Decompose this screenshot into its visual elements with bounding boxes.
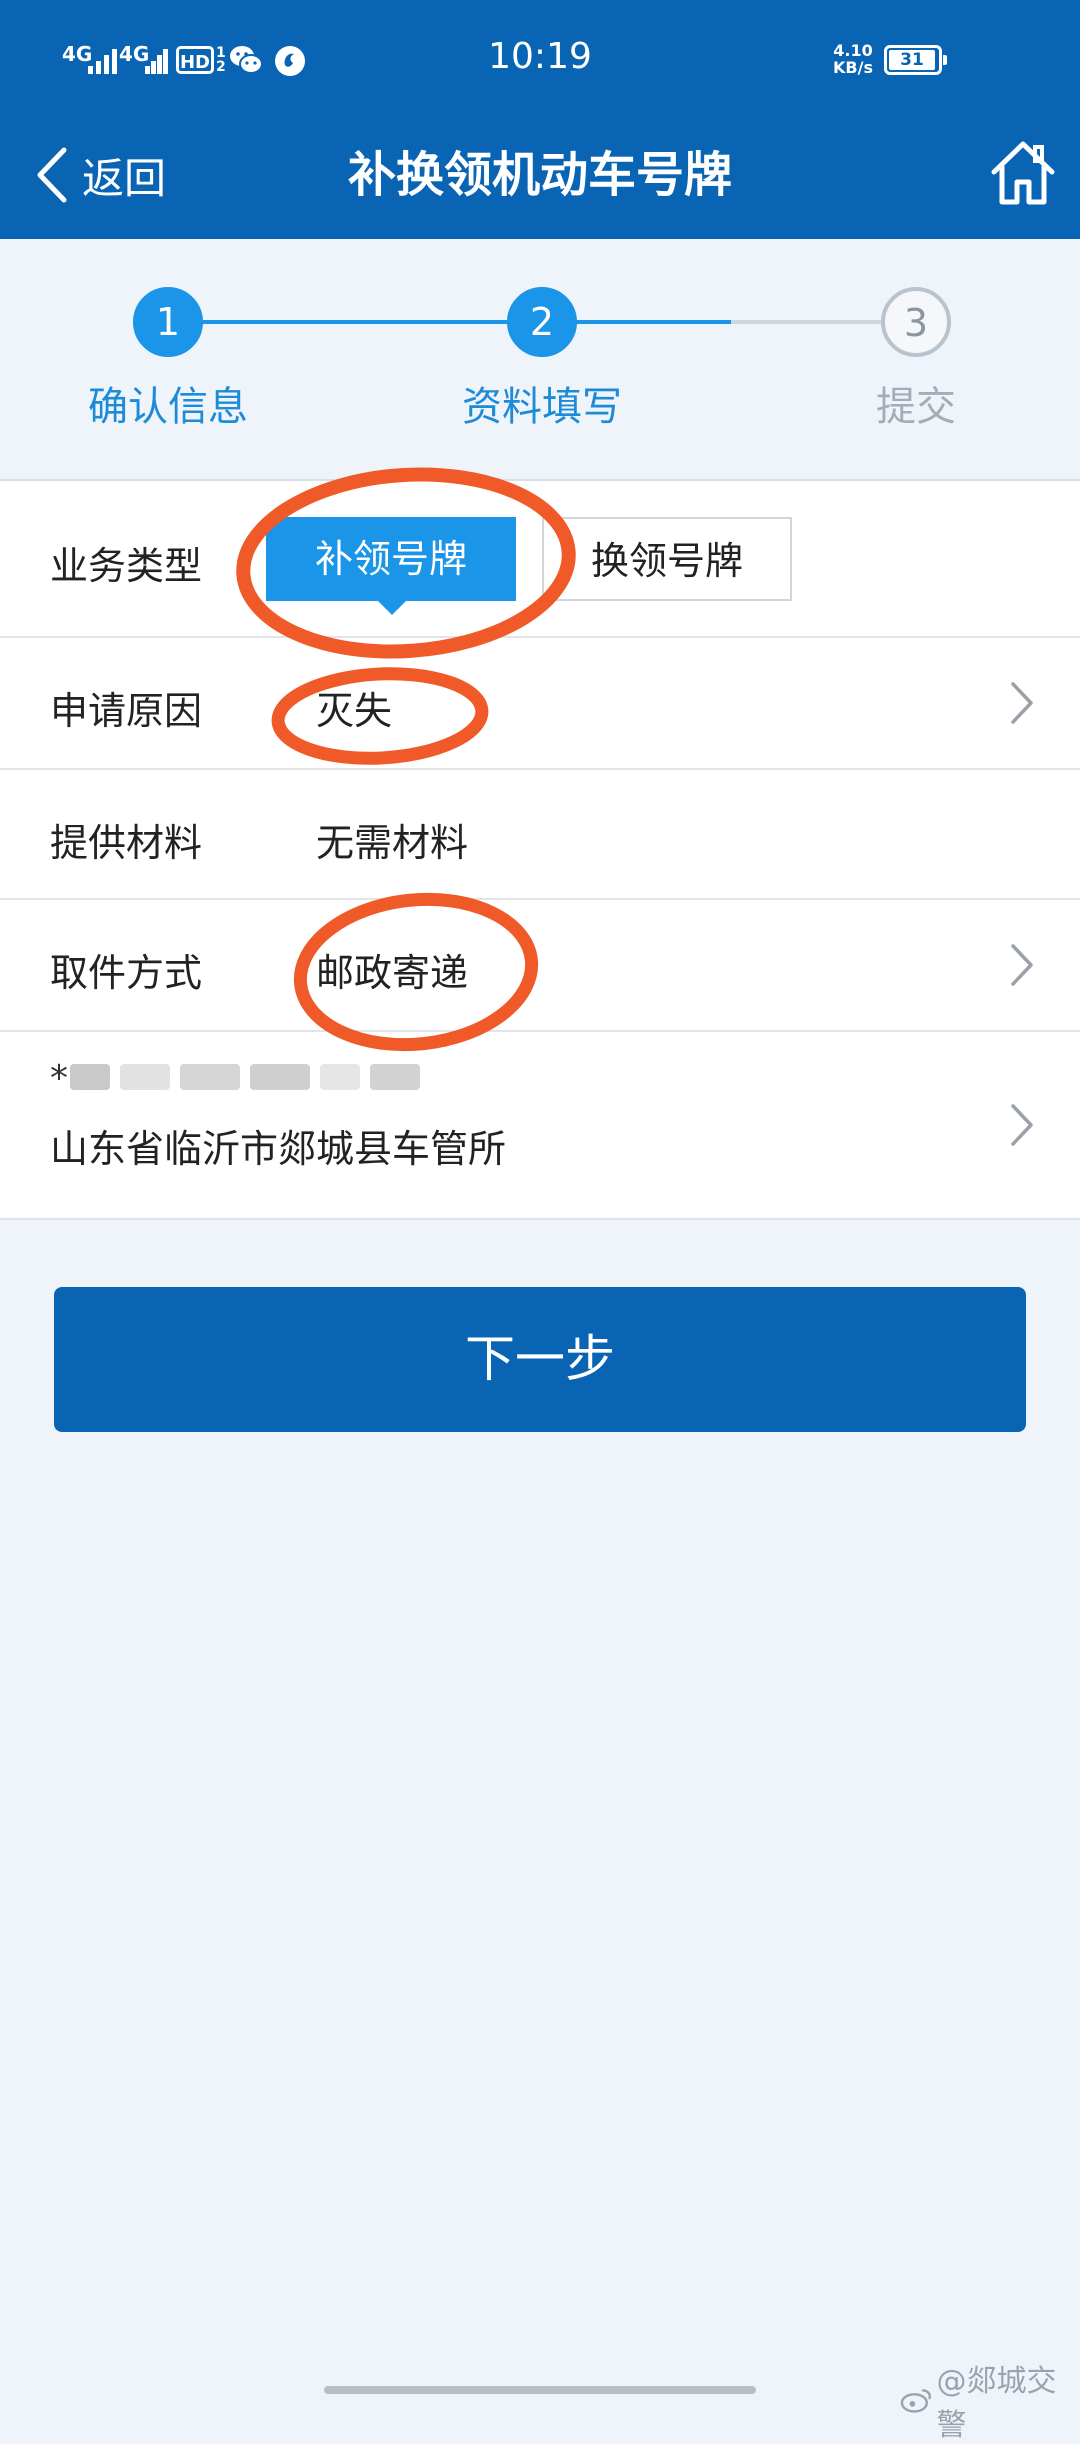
pickup-method-value: 邮政寄递 (316, 951, 469, 995)
next-step-button[interactable]: 下一步 (54, 1287, 1026, 1432)
weibo-icon (900, 2389, 932, 2413)
chevron-right-icon (1011, 1104, 1033, 1146)
step-3-label: 提交 (876, 384, 956, 430)
home-icon[interactable] (988, 136, 1058, 208)
battery-icon: 31 (884, 45, 947, 75)
step-connector-2-progress (576, 320, 731, 324)
status-bar: 4G 4G HD 12 10:19 4.10 KB/s 31 (0, 0, 1080, 120)
battery-level: 31 (889, 50, 935, 70)
blurred-contact-info: * (50, 1056, 430, 1099)
home-indicator[interactable] (324, 2386, 756, 2394)
materials-row: 提供材料 无需材料 (0, 770, 1080, 900)
application-form: 业务类型 补领号牌 换领号牌 申请原因 灭失 提供材料 无需材料 取件方式 邮政… (0, 479, 1080, 1220)
step-1-circle: 1 (133, 287, 203, 357)
network-speed: 4.10 KB/s (833, 41, 873, 77)
reason-value: 灭失 (316, 689, 393, 733)
delivery-address: 山东省临沂市郯城县车管所 (50, 1127, 507, 1171)
business-type-label: 业务类型 (50, 544, 203, 588)
step-2-circle: 2 (507, 287, 577, 357)
business-type-row: 业务类型 补领号牌 换领号牌 (0, 481, 1080, 638)
option-exchange-plate[interactable]: 换领号牌 (542, 517, 792, 601)
page-title: 补换领机动车号牌 (347, 147, 732, 203)
chevron-right-icon (1011, 944, 1033, 986)
pickup-method-row[interactable]: 取件方式 邮政寄递 (0, 900, 1080, 1032)
delivery-address-row[interactable]: * 山东省临沂市郯城县车管所 (0, 1032, 1080, 1220)
step-connector-2-pending (731, 320, 881, 324)
step-2-label: 资料填写 (462, 384, 622, 430)
chevron-right-icon (1011, 682, 1033, 724)
progress-steps: 1 2 3 确认信息 资料填写 提交 (0, 239, 1080, 479)
option-replace-lost-plate[interactable]: 补领号牌 (266, 517, 516, 615)
weibo-watermark: @郯城交警 (900, 2356, 1080, 2444)
pickup-method-label: 取件方式 (50, 951, 203, 995)
step-1-label: 确认信息 (88, 384, 248, 430)
step-connector-1 (168, 320, 508, 324)
reason-row[interactable]: 申请原因 灭失 (0, 638, 1080, 770)
materials-value: 无需材料 (316, 821, 469, 865)
step-3-circle: 3 (881, 287, 951, 357)
app-header: 4G 4G HD 12 10:19 4.10 KB/s 31 返回 补换领机动车… (0, 0, 1080, 239)
reason-label: 申请原因 (50, 689, 203, 733)
materials-label: 提供材料 (50, 821, 203, 865)
